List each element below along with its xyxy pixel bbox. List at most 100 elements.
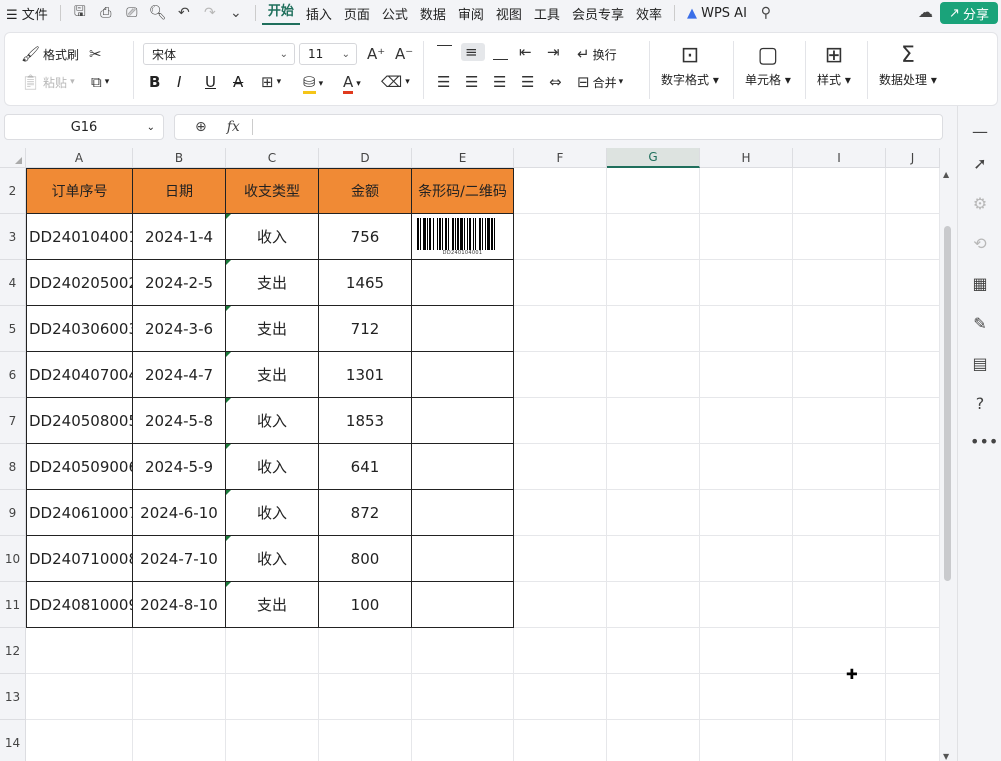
strikethrough-button[interactable]: A bbox=[233, 73, 243, 91]
tab-page[interactable]: 页面 bbox=[338, 4, 376, 23]
align-top-button[interactable]: ⎺ bbox=[437, 43, 455, 61]
border-button[interactable]: ⊞ ▾ bbox=[261, 73, 281, 91]
chevron-down-icon[interactable]: ⌄ bbox=[223, 5, 249, 21]
zoom-icon[interactable]: ⊕ bbox=[195, 119, 207, 135]
table-header-cell[interactable]: 订单序号 bbox=[26, 168, 133, 214]
print-icon[interactable]: ⎚ bbox=[119, 5, 145, 21]
tools-icon[interactable]: ✎ bbox=[970, 314, 990, 334]
undo-icon[interactable]: ↶ bbox=[171, 5, 197, 21]
style-button[interactable]: ⊞ 样式 ▾ bbox=[817, 41, 851, 88]
align-middle-button[interactable]: ≡ bbox=[461, 43, 485, 61]
table-cell[interactable]: DD240104001 bbox=[26, 214, 133, 260]
export-icon[interactable]: ⎙ bbox=[93, 5, 119, 21]
cloud-sync-icon[interactable]: ☁ bbox=[918, 3, 933, 21]
row-header-3[interactable]: 3 bbox=[0, 214, 26, 260]
table-cell[interactable]: 712 bbox=[319, 306, 412, 352]
table-cell[interactable]: 2024-4-7 bbox=[133, 352, 226, 398]
row-header-7[interactable]: 7 bbox=[0, 398, 26, 444]
column-header-i[interactable]: I bbox=[793, 148, 886, 168]
column-header-c[interactable]: C bbox=[226, 148, 319, 168]
row-header-9[interactable]: 9 bbox=[0, 490, 26, 536]
decrease-font-button[interactable]: A⁻ bbox=[395, 45, 416, 63]
table-cell[interactable]: 2024-3-6 bbox=[133, 306, 226, 352]
table-header-cell[interactable]: 条形码/二维码 bbox=[412, 168, 514, 214]
fx-icon[interactable]: fx bbox=[227, 119, 240, 135]
name-box[interactable]: G16 ⌄ bbox=[4, 114, 164, 140]
table-cell[interactable]: DD240205002 bbox=[26, 260, 133, 306]
row-header-5[interactable]: 5 bbox=[0, 306, 26, 352]
table-cell[interactable]: DD240306003 bbox=[26, 306, 133, 352]
decrease-indent-button[interactable]: ⇤ bbox=[519, 43, 535, 61]
column-header-f[interactable]: F bbox=[514, 148, 607, 168]
column-header-g[interactable]: G bbox=[607, 148, 700, 168]
tab-tools[interactable]: 工具 bbox=[528, 4, 566, 23]
tab-view[interactable]: 视图 bbox=[490, 4, 528, 23]
barcode-cell[interactable] bbox=[412, 306, 514, 352]
table-cell[interactable]: 641 bbox=[319, 444, 412, 490]
save-icon[interactable]: 🖫 bbox=[67, 1, 93, 25]
table-cell[interactable]: 1853 bbox=[319, 398, 412, 444]
table-cell[interactable]: 2024-5-8 bbox=[133, 398, 226, 444]
table-cell[interactable]: 2024-8-10 bbox=[133, 582, 226, 628]
adjust-icon[interactable]: ⚙ bbox=[970, 194, 990, 214]
tab-home[interactable]: 开始 bbox=[261, 1, 300, 25]
tab-efficiency[interactable]: 效率 bbox=[630, 4, 668, 23]
italic-button[interactable]: I bbox=[177, 73, 181, 91]
row-header-2[interactable]: 2 bbox=[0, 168, 26, 214]
wps-ai-button[interactable]: ▲ WPS AI bbox=[681, 6, 753, 21]
table-cell[interactable]: 800 bbox=[319, 536, 412, 582]
redo-icon[interactable]: ↷ bbox=[197, 5, 223, 21]
search-icon[interactable]: ⚲ bbox=[753, 5, 779, 21]
select-cursor-icon[interactable]: ➚ bbox=[970, 154, 990, 174]
tab-formula[interactable]: 公式 bbox=[376, 4, 414, 23]
font-size-select[interactable]: 11 ⌄ bbox=[299, 43, 357, 65]
table-cell[interactable]: DD240810009 bbox=[26, 582, 133, 628]
table-cell[interactable]: 支出 bbox=[226, 260, 319, 306]
column-header-b[interactable]: B bbox=[133, 148, 226, 168]
table-cell[interactable]: 支出 bbox=[226, 582, 319, 628]
row-header-13[interactable]: 13 bbox=[0, 674, 26, 720]
row-header-4[interactable]: 4 bbox=[0, 260, 26, 306]
paste-button[interactable]: 📋︎ 粘贴 ▾ bbox=[21, 73, 75, 91]
table-cell[interactable]: 收入 bbox=[226, 214, 319, 260]
table-cell[interactable]: 756 bbox=[319, 214, 412, 260]
row-header-10[interactable]: 10 bbox=[0, 536, 26, 582]
bold-button[interactable]: B bbox=[149, 73, 160, 91]
table-cell[interactable]: 2024-6-10 bbox=[133, 490, 226, 536]
select-all-corner[interactable] bbox=[0, 148, 26, 168]
collapse-icon[interactable]: — bbox=[970, 122, 990, 142]
tab-data[interactable]: 数据 bbox=[414, 4, 452, 23]
column-header-j[interactable]: J bbox=[886, 148, 940, 168]
row-header-11[interactable]: 11 bbox=[0, 582, 26, 628]
print-preview-icon[interactable]: 🔍︎ bbox=[145, 5, 171, 21]
tab-insert[interactable]: 插入 bbox=[300, 4, 338, 23]
merge-button[interactable]: ⊟ 合并 ▾ bbox=[577, 73, 623, 91]
row-header-8[interactable]: 8 bbox=[0, 444, 26, 490]
table-cell[interactable]: 2024-7-10 bbox=[133, 536, 226, 582]
table-cell[interactable]: 2024-1-4 bbox=[133, 214, 226, 260]
transform-icon[interactable]: ⟲ bbox=[970, 234, 990, 254]
table-cell[interactable]: DD240508005 bbox=[26, 398, 133, 444]
chart-icon[interactable]: ▦ bbox=[970, 274, 990, 294]
format-painter-button[interactable]: 🖌 格式刷 bbox=[21, 45, 79, 63]
barcode-image[interactable]: DD240104001 bbox=[416, 217, 509, 256]
cut-button[interactable]: ✂ bbox=[89, 45, 105, 63]
tab-member[interactable]: 会员专享 bbox=[566, 4, 630, 23]
barcode-cell[interactable]: DD240104001 bbox=[412, 214, 514, 260]
file-menu[interactable]: ☰ 文件 bbox=[0, 4, 54, 23]
wrap-text-button[interactable]: ↵ 换行 bbox=[577, 45, 617, 63]
barcode-cell[interactable] bbox=[412, 352, 514, 398]
table-cell[interactable]: 收入 bbox=[226, 536, 319, 582]
row-header-14[interactable]: 14 bbox=[0, 720, 26, 761]
row-header-12[interactable]: 12 bbox=[0, 628, 26, 674]
table-cell[interactable]: DD240710008 bbox=[26, 536, 133, 582]
barcode-cell[interactable] bbox=[412, 490, 514, 536]
more-icon[interactable]: ••• bbox=[970, 432, 998, 452]
table-cell[interactable]: DD240509006 bbox=[26, 444, 133, 490]
table-cell[interactable]: 支出 bbox=[226, 352, 319, 398]
table-cell[interactable]: 收入 bbox=[226, 444, 319, 490]
align-bottom-button[interactable]: ⎽ bbox=[493, 43, 511, 61]
cell-button[interactable]: ▢ 单元格 ▾ bbox=[745, 41, 791, 88]
row-header-6[interactable]: 6 bbox=[0, 352, 26, 398]
vertical-scrollbar[interactable]: ▲ ▼ bbox=[940, 168, 956, 761]
